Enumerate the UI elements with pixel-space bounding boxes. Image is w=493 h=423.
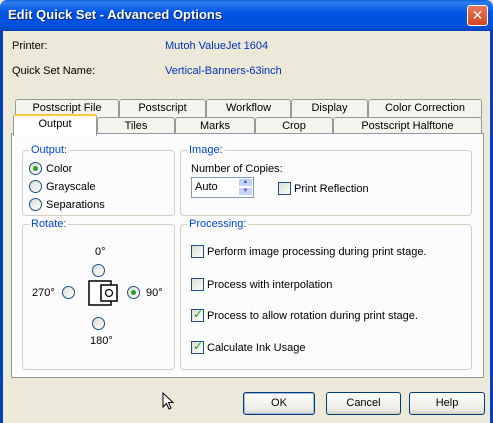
- tab-workflow[interactable]: Workflow: [206, 99, 291, 118]
- quickset-name-value: Vertical-Banners-63inch: [165, 65, 282, 77]
- quickset-name-label: Quick Set Name:: [12, 65, 96, 77]
- process-rotation-checkbox[interactable]: ✓: [191, 307, 204, 322]
- radio-separations-label: Separations: [46, 199, 105, 211]
- copies-label: Number of Copies:: [191, 163, 283, 175]
- tab-display[interactable]: Display: [291, 99, 368, 118]
- print-reflection-checkbox[interactable]: [278, 182, 291, 195]
- tab-output[interactable]: Output: [13, 114, 97, 136]
- close-icon[interactable]: ✕: [467, 5, 488, 26]
- calculate-ink-checkbox[interactable]: ✓: [191, 339, 204, 354]
- tab-postscript[interactable]: Postscript: [119, 99, 206, 118]
- title-bar: Edit Quick Set - Advanced Options ✕: [0, 0, 493, 31]
- printer-value: Mutoh ValueJet 1604: [165, 40, 269, 52]
- rotation-preview-icon: [88, 280, 118, 306]
- radio-rotate-90[interactable]: [127, 286, 140, 299]
- process-interpolation-label: Process with interpolation: [207, 279, 333, 291]
- radio-color[interactable]: [29, 162, 42, 175]
- tab-color-correction[interactable]: Color Correction: [368, 99, 482, 118]
- calculate-ink-label: Calculate Ink Usage: [207, 342, 306, 354]
- window-title: Edit Quick Set - Advanced Options: [8, 7, 223, 22]
- spin-down-icon[interactable]: ▼: [238, 187, 253, 196]
- rotate-group-title: Rotate:: [29, 218, 69, 230]
- radio-rotate-180[interactable]: [92, 317, 105, 330]
- radio-grayscale[interactable]: [29, 180, 42, 193]
- output-group-title: Output:: [29, 144, 70, 156]
- rotate-270-label: 270°: [32, 287, 55, 299]
- checkmark-icon: ✓: [193, 339, 204, 353]
- rotate-0-label: 0°: [95, 246, 106, 258]
- radio-rotate-0[interactable]: [92, 264, 105, 277]
- process-print-stage-checkbox[interactable]: [191, 245, 204, 258]
- processing-group-title: Processing:: [187, 218, 249, 230]
- copies-spinner[interactable]: Auto ▲ ▼: [191, 177, 254, 198]
- print-reflection-label: Print Reflection: [294, 183, 369, 195]
- process-interpolation-checkbox[interactable]: [191, 278, 204, 291]
- radio-color-label: Color: [46, 163, 73, 175]
- radio-rotate-270[interactable]: [62, 286, 75, 299]
- image-group-title: Image:: [187, 144, 225, 156]
- process-print-stage-label: Perform image processing during print st…: [207, 246, 427, 258]
- spin-up-icon[interactable]: ▲: [238, 178, 253, 187]
- rotate-180-label: 180°: [90, 335, 113, 347]
- rotate-90-label: 90°: [146, 287, 163, 299]
- ok-button[interactable]: OK: [243, 392, 315, 415]
- cancel-button[interactable]: Cancel: [326, 392, 401, 415]
- copies-value: Auto: [195, 181, 218, 193]
- mouse-cursor-icon: [162, 392, 175, 410]
- window-frame-left: [0, 31, 3, 423]
- printer-label: Printer:: [12, 40, 48, 52]
- radio-grayscale-label: Grayscale: [46, 181, 96, 193]
- checkmark-icon: ✓: [193, 307, 204, 321]
- process-rotation-label: Process to allow rotation during print s…: [207, 310, 418, 322]
- help-button[interactable]: Help: [409, 392, 485, 415]
- radio-separations[interactable]: [29, 198, 42, 211]
